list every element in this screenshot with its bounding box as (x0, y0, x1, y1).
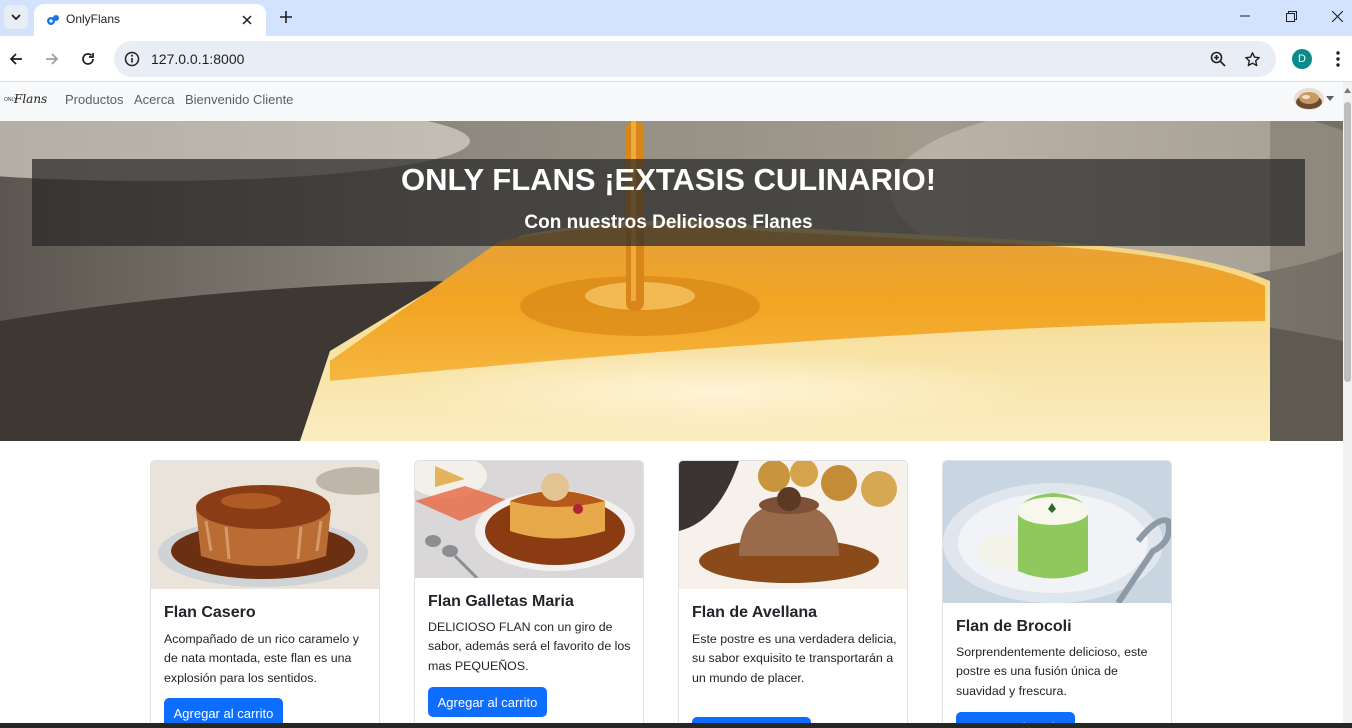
back-icon (9, 53, 22, 65)
product-description: DELICIOSO FLAN con un giro de sabor, ade… (428, 620, 631, 673)
browser-toolbar: 127.0.0.1:8000 D (0, 36, 1352, 82)
nav-bienvenido-cliente[interactable]: Bienvenido Cliente (185, 92, 293, 107)
product-image-flan-casero (151, 461, 379, 589)
product-title: Flan Galletas Maria (428, 593, 574, 610)
scroll-up-arrow[interactable] (1343, 84, 1352, 96)
reload-button[interactable] (76, 47, 100, 71)
hero-title: ONLY FLANS ¡EXTASIS CULINARIO! (400, 162, 937, 197)
product-image-flan-de-avellana (679, 461, 907, 589)
product-card: Flan Casero Acompañado de un rico carame… (150, 460, 380, 728)
brand-logo[interactable]: ONLY Flans (4, 92, 48, 109)
restore-icon (1285, 10, 1297, 22)
hero-subtitle: Con nuestros Deliciosos Flanes (524, 212, 813, 233)
browser-tab[interactable]: OnlyFlans (34, 4, 266, 36)
close-tab-button[interactable] (238, 11, 256, 29)
hero-caption: ONLY FLANS ¡EXTASIS CULINARIO! Con nuest… (32, 159, 1305, 246)
star-icon (1244, 51, 1260, 66)
back-button[interactable] (4, 47, 28, 71)
close-icon (242, 15, 252, 25)
reload-icon (82, 53, 94, 65)
page-scrollbar[interactable] (1343, 82, 1352, 728)
product-card: Flan de Brocoli Sorprendentemente delici… (942, 460, 1172, 728)
product-image-flan-galletas-maria (415, 461, 643, 578)
restore-button[interactable] (1268, 0, 1314, 32)
product-title: Flan de Brocoli (956, 618, 1072, 635)
tab-strip: OnlyFlans (0, 0, 1352, 36)
plus-icon (280, 11, 292, 23)
hero-banner: ONLY FLANS ¡EXTASIS CULINARIO! Con nuest… (0, 121, 1343, 441)
product-description: Acompañado de un rico caramelo y de nata… (164, 632, 359, 685)
zoom-icon (1210, 51, 1226, 67)
profile-avatar[interactable]: D (1292, 49, 1312, 69)
page-viewport: ONLY Flans Productos Acerca Bienvenido C… (0, 82, 1352, 728)
browser-menu-button[interactable] (1328, 48, 1348, 70)
add-to-cart-button[interactable]: Agregar al carrito (428, 687, 547, 717)
favicon-icon (47, 15, 59, 25)
info-icon (124, 51, 140, 67)
taskbar-edge (0, 723, 1352, 728)
user-avatar[interactable] (1294, 88, 1324, 110)
tab-title: OnlyFlans (66, 12, 121, 26)
product-description: Sorprendentemente delicioso, este postre… (956, 645, 1148, 698)
forward-icon (46, 53, 59, 65)
product-description: Este postre es una verdadera delicia, su… (692, 632, 897, 685)
product-image-flan-de-brocoli (943, 461, 1171, 603)
caret-down-icon[interactable] (1326, 96, 1334, 102)
new-tab-button[interactable] (276, 7, 296, 27)
minimize-icon (1240, 15, 1250, 17)
product-card: Flan Galletas Maria DELICIOSO FLAN con u… (414, 460, 644, 728)
more-vert-icon (1336, 51, 1340, 67)
bookmark-button[interactable] (1242, 49, 1262, 69)
zoom-button[interactable] (1208, 49, 1228, 69)
nav-productos[interactable]: Productos (65, 92, 124, 107)
product-card: Flan de Avellana Este postre es una verd… (678, 460, 908, 728)
product-title: Flan Casero (164, 604, 256, 621)
site-navbar: ONLY Flans Productos Acerca Bienvenido C… (0, 82, 1343, 121)
tab-search-button[interactable] (4, 5, 28, 29)
address-bar[interactable]: 127.0.0.1:8000 (114, 41, 1276, 77)
nav-acerca[interactable]: Acerca (134, 92, 174, 107)
minimize-button[interactable] (1222, 0, 1268, 32)
close-window-button[interactable] (1314, 0, 1352, 32)
close-window-icon (1331, 10, 1343, 22)
product-title: Flan de Avellana (692, 604, 818, 621)
site-info-button[interactable] (122, 49, 142, 69)
chevron-down-icon (11, 14, 21, 21)
scroll-thumb[interactable] (1344, 102, 1351, 382)
brand-script: Flans (14, 92, 48, 106)
url-text[interactable]: 127.0.0.1:8000 (151, 51, 244, 67)
triangle-up-icon (1344, 87, 1351, 93)
forward-button[interactable] (40, 47, 64, 71)
